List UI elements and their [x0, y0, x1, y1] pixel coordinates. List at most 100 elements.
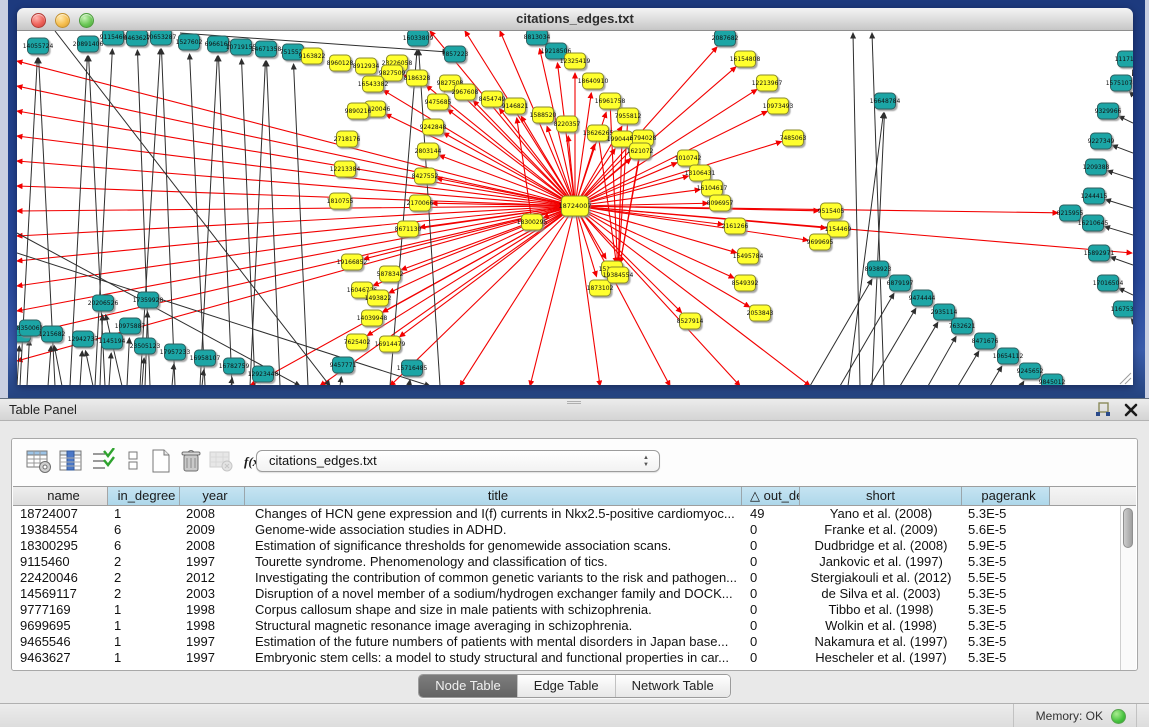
graph-node[interactable]: 2967608 [452, 84, 479, 100]
graph-edge[interactable] [17, 61, 575, 206]
graph-node[interactable]: 16958107 [190, 350, 221, 366]
graph-node[interactable]: 1810755 [327, 193, 354, 209]
table-row[interactable]: 977716911998Corpus callosum shape and si… [13, 602, 1120, 618]
graph-node[interactable]: 9329966 [1095, 103, 1122, 119]
graph-node[interactable]: 8220357 [554, 116, 581, 132]
graph-node[interactable]: 9475685 [425, 94, 452, 110]
graph-node[interactable]: 14671358 [251, 41, 282, 57]
graph-edge[interactable] [1110, 257, 1133, 265]
graph-node[interactable]: 9227349 [1088, 133, 1115, 149]
graph-node[interactable]: 16210645 [1078, 215, 1109, 231]
graph-edge[interactable] [17, 161, 575, 206]
graph-node[interactable]: 15716485 [397, 360, 428, 376]
graph-edge[interactable] [340, 377, 341, 385]
tab-network-table[interactable]: Network Table [615, 675, 730, 697]
graph-node[interactable]: 2087682 [712, 31, 739, 46]
graph-edge[interactable] [928, 336, 956, 385]
graph-edge[interactable] [172, 364, 174, 385]
graph-node[interactable]: 2935114 [931, 304, 958, 320]
delete-rows-button[interactable] [178, 448, 204, 474]
graph-edge[interactable] [1119, 288, 1133, 295]
graph-edge[interactable] [400, 206, 575, 337]
graph-edge[interactable] [900, 322, 938, 385]
graph-node[interactable]: 2718176 [334, 131, 361, 147]
graph-node[interactable]: 8549392 [732, 275, 759, 291]
graph-node[interactable]: 1209388 [1083, 159, 1110, 175]
graph-node[interactable]: 9242848 [420, 119, 447, 135]
graph-node[interactable]: 5878342 [377, 266, 404, 282]
graph-node[interactable]: 7857223 [442, 46, 469, 62]
graph-node[interactable]: 17359928 [133, 292, 164, 308]
table-selector[interactable]: citations_edges.txt ▲▼ [256, 450, 660, 472]
column-header-title[interactable]: title [245, 487, 742, 505]
graph-edge[interactable] [610, 101, 617, 263]
graph-node[interactable]: 8215955 [1057, 205, 1084, 221]
graph-node[interactable]: 12923448 [248, 366, 279, 382]
graph-node[interactable]: 16961758 [595, 93, 626, 109]
graph-edge[interactable] [218, 56, 232, 385]
graph-node[interactable]: 7485063 [780, 130, 807, 146]
graph-node[interactable]: 7625402 [344, 334, 371, 350]
graph-edge[interactable] [80, 351, 82, 385]
graph-node[interactable]: 16782759 [219, 358, 250, 374]
graph-node[interactable]: 6879197 [887, 275, 914, 291]
graph-node[interactable]: 9245652 [1017, 363, 1044, 379]
graph-node[interactable]: 10653287 [146, 31, 177, 45]
graph-edge[interactable] [1105, 200, 1133, 208]
graph-edge[interactable] [1021, 381, 1024, 385]
graph-node[interactable]: 19384554 [603, 267, 634, 283]
graph-node[interactable]: 23505123 [130, 338, 161, 354]
graph-node[interactable]: 15751074 [1106, 75, 1133, 91]
graph-edge[interactable] [200, 56, 217, 385]
graph-edge[interactable] [1104, 226, 1133, 235]
table-row[interactable]: 2242004622012Investigating the contribut… [13, 570, 1120, 586]
table-row[interactable]: 969969511998Structural magnetic resonanc… [13, 618, 1120, 634]
column-header-year[interactable]: year [180, 487, 245, 505]
column-header-out_de[interactable]: △ out_de... [742, 487, 800, 505]
graph-node[interactable]: 8186328 [404, 70, 431, 86]
graph-node[interactable]: 19166852 [337, 254, 368, 270]
table-row[interactable]: 1456911722003Disruption of a novel membe… [13, 586, 1120, 602]
graph-node[interactable]: 18300295 [517, 214, 548, 230]
graph-edge[interactable] [575, 206, 810, 385]
graph-edge[interactable] [1112, 145, 1133, 153]
graph-edge[interactable] [840, 293, 894, 385]
graph-edge[interactable] [390, 50, 417, 385]
close-panel-icon[interactable] [1123, 402, 1139, 418]
graph-edge[interactable] [142, 358, 144, 385]
column-header-in_degree[interactable]: in_degree [108, 487, 180, 505]
graph-node[interactable]: 8527914 [677, 313, 704, 329]
graph-node[interactable]: 9163822 [299, 48, 326, 64]
graph-edge[interactable] [137, 50, 150, 385]
row-height-button[interactable] [120, 448, 146, 474]
table-row[interactable]: 1938455462009Genome-wide association stu… [13, 522, 1120, 538]
table-row[interactable]: 911546021997Tourette syndrome. Phenomeno… [13, 554, 1120, 570]
graph-node[interactable]: 1621072 [627, 143, 654, 159]
graph-node[interactable]: 2803144 [415, 143, 442, 159]
graph-node[interactable]: 1493822 [365, 290, 392, 306]
tab-node-table[interactable]: Node Table [419, 675, 517, 697]
graph-edge[interactable] [202, 370, 204, 385]
graph-node[interactable]: 9515405 [818, 203, 845, 219]
graph-node[interactable]: 8813034 [524, 31, 551, 45]
graph-node[interactable]: 7955812 [615, 108, 642, 124]
graph-node[interactable]: 16914479 [375, 336, 406, 352]
graph-edge[interactable] [27, 340, 29, 385]
graph-edge[interactable] [109, 353, 111, 385]
graph-node[interactable]: 16104617 [697, 180, 728, 196]
table-row[interactable]: 946554611997Estimation of the future num… [13, 634, 1120, 650]
graph-node[interactable]: 16154808 [730, 51, 761, 67]
table-row[interactable]: 1830029562008Estimation of significance … [13, 538, 1120, 554]
graph-node[interactable]: 12213967 [752, 75, 783, 91]
graph-node[interactable]: 9699695 [807, 234, 834, 250]
tab-edge-table[interactable]: Edge Table [517, 675, 615, 697]
graph-edge[interactable] [1119, 116, 1133, 123]
graph-node[interactable]: 1117197 [1115, 51, 1133, 67]
memory-ok-indicator[interactable] [1111, 709, 1126, 724]
graph-edge[interactable] [140, 49, 160, 385]
table-scrollbar-thumb[interactable] [1123, 508, 1133, 548]
graph-edge[interactable] [294, 64, 308, 385]
graph-node[interactable]: 2161266 [722, 218, 749, 234]
graph-node[interactable]: 1588520 [530, 107, 557, 123]
graph-node[interactable]: 8938923 [865, 261, 892, 277]
